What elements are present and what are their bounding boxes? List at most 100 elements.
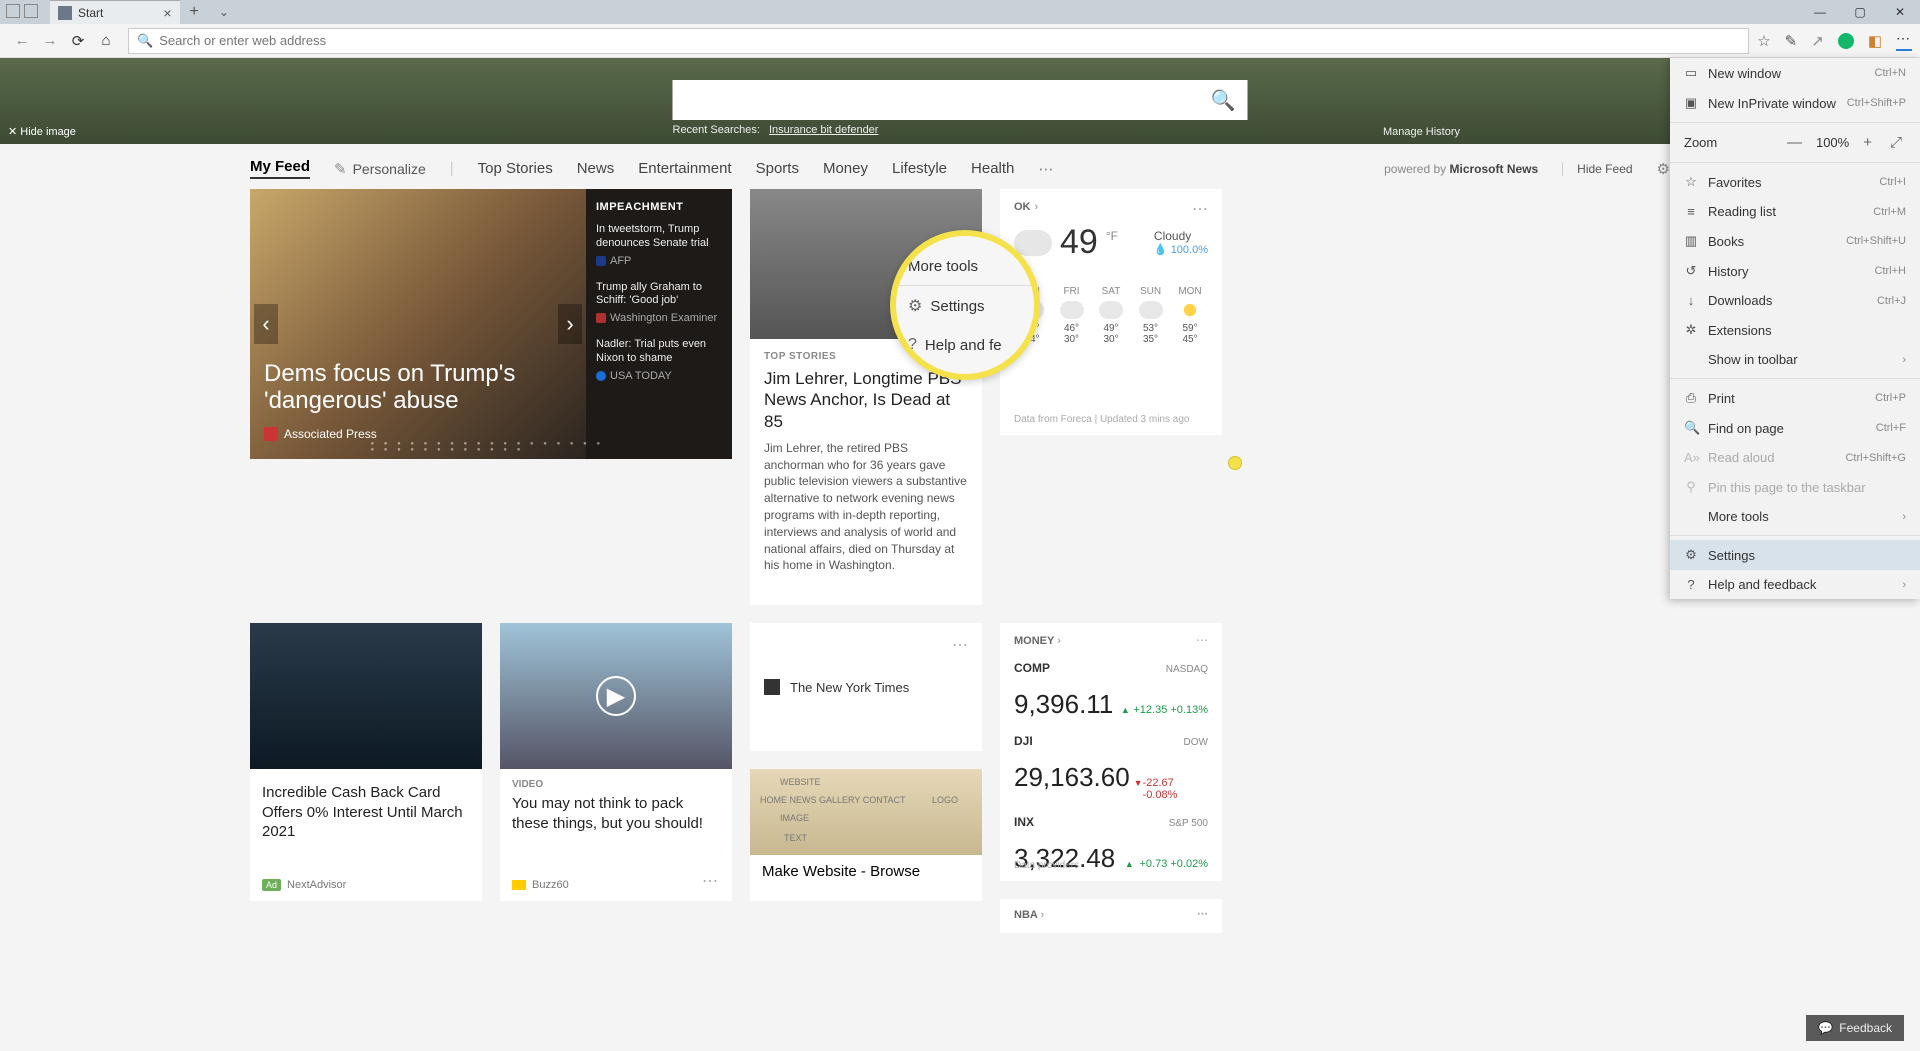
hide-feed-button[interactable]: Hide Feed	[1562, 162, 1632, 176]
headline-carousel[interactable]: ‹ › Dems focus on Trump's 'dangerous' ab…	[250, 189, 732, 459]
menu-print[interactable]: ⎙PrintCtrl+P	[1670, 383, 1920, 413]
nav-news[interactable]: News	[577, 160, 615, 177]
recent-searches: Recent Searches: Insurance bit defender	[673, 124, 1248, 136]
sidebar-story[interactable]: In tweetstorm, Trump denounces Senate tr…	[596, 223, 722, 267]
back-button[interactable]: ←	[8, 32, 36, 49]
menu-zoom: Zoom — 100% + ⤢	[1670, 127, 1920, 158]
window-icon: ▭	[1684, 65, 1698, 81]
weather-footer: Data from Foreca | Updated 3 mins ago	[1014, 414, 1189, 425]
download-icon: ↓	[1684, 293, 1698, 308]
menu-history[interactable]: ↺HistoryCtrl+H	[1670, 256, 1920, 286]
feed-settings-icon[interactable]: ⚙	[1657, 160, 1670, 178]
extension-icon[interactable]: ◧	[1868, 32, 1882, 50]
top-story-summary: Jim Lehrer, the retired PBS anchorman wh…	[764, 440, 968, 574]
money-card[interactable]: ⋯ MONEY › COMPNASDAQ 9,396.11+12.35 +0.1…	[1000, 623, 1222, 881]
extensions-icon: ✲	[1684, 322, 1698, 338]
card-more-icon[interactable]: ⋯	[1196, 633, 1210, 647]
play-icon[interactable]: ▶	[596, 676, 636, 716]
nav-entertainment[interactable]: Entertainment	[638, 160, 731, 177]
zoom-out-button[interactable]: —	[1783, 134, 1806, 151]
forward-button[interactable]: →	[36, 32, 64, 49]
fullscreen-button[interactable]: ⤢	[1886, 134, 1906, 151]
menu-reading-list[interactable]: ≡Reading listCtrl+M	[1670, 197, 1920, 226]
minimize-button[interactable]: —	[1800, 5, 1840, 19]
nav-top-stories[interactable]: Top Stories	[478, 160, 553, 177]
menu-find[interactable]: 🔍Find on pageCtrl+F	[1670, 413, 1920, 443]
nav-lifestyle[interactable]: Lifestyle	[892, 160, 947, 177]
feedback-button[interactable]: 💬 Feedback	[1806, 1015, 1904, 1041]
maximize-button[interactable]: ▢	[1840, 5, 1880, 19]
nav-personalize[interactable]: Personalize	[353, 161, 426, 177]
nav-more-icon[interactable]: ⋯	[1038, 160, 1053, 178]
nav-sports[interactable]: Sports	[756, 160, 799, 177]
books-icon: ▥	[1684, 233, 1698, 249]
hero-search-box[interactable]: 🔍	[673, 80, 1248, 120]
menu-settings[interactable]: ⚙Settings	[1670, 540, 1920, 570]
share-icon[interactable]: ↗	[1811, 32, 1824, 50]
headline-sidebar: IMPEACHMENT In tweetstorm, Trump denounc…	[586, 189, 732, 459]
hero-search-input[interactable]	[685, 92, 1211, 108]
nav-my-feed[interactable]: My Feed	[250, 158, 310, 179]
manage-history-link[interactable]: Manage History	[1383, 126, 1460, 138]
weather-temp: 49	[1060, 223, 1098, 262]
sidebar-category: IMPEACHMENT	[596, 201, 722, 213]
money-header: MONEY ›	[1014, 635, 1208, 647]
zoom-in-button[interactable]: +	[1859, 134, 1876, 151]
menu-pin-taskbar: ⚲Pin this page to the taskbar	[1670, 472, 1920, 502]
website-card[interactable]: WEBSITE HOME NEWS GALLERY CONTACT LOGO I…	[750, 769, 982, 901]
hide-image-button[interactable]: ✕ Hide image	[8, 125, 76, 138]
menu-new-window[interactable]: ▭New windowCtrl+N	[1670, 58, 1920, 88]
sys-icon	[24, 4, 38, 18]
card-more-icon[interactable]: ⋯	[1197, 907, 1210, 920]
weather-location[interactable]: OK›	[1014, 201, 1208, 213]
carousel-next-button[interactable]: ›	[558, 304, 582, 344]
new-tab-button[interactable]: +	[190, 3, 199, 21]
nyt-label: The New York Times	[790, 680, 909, 695]
address-bar[interactable]: 🔍	[128, 28, 1749, 54]
address-input[interactable]	[159, 33, 1740, 48]
sidebar-story[interactable]: Trump ally Graham to Schiff: 'Good job' …	[596, 281, 722, 325]
sidebar-story[interactable]: Nadler: Trial puts even Nixon to shame U…	[596, 338, 722, 382]
ad-card[interactable]: Incredible Cash Back Card Offers 0% Inte…	[250, 623, 482, 901]
card-more-icon[interactable]: ⋯	[1192, 199, 1210, 219]
home-button[interactable]: ⌂	[92, 32, 120, 49]
card-more-icon[interactable]: ⋯	[702, 871, 720, 891]
carousel-dots[interactable]: ● ● ● ● ● ● ● ● ● ● ● ● ● ● ● ● ● ● ● ● …	[371, 441, 612, 453]
titlebar: Start × + ⌄ — ▢ ✕	[0, 0, 1920, 24]
refresh-button[interactable]: ⟳	[64, 32, 92, 50]
card-more-icon[interactable]: ⋯	[952, 635, 970, 655]
callout-settings: ⚙Settings	[896, 286, 1034, 326]
close-window-button[interactable]: ✕	[1880, 5, 1920, 19]
menu-help[interactable]: ?Help and feedback›	[1670, 570, 1920, 599]
menu-favorites[interactable]: ☆FavoritesCtrl+I	[1670, 167, 1920, 197]
grammarly-extension-icon[interactable]	[1838, 33, 1854, 49]
website-title: Make Website - Browse	[750, 855, 982, 888]
weather-unit: °F	[1106, 229, 1118, 243]
menu-more-tools[interactable]: More tools›	[1670, 502, 1920, 531]
callout-bubble: More tools ⚙Settings ?Help and fe	[890, 230, 1040, 380]
nav-money[interactable]: Money	[823, 160, 868, 177]
more-menu-button[interactable]: ⋯	[1896, 30, 1912, 51]
menu-show-toolbar[interactable]: Show in toolbar›	[1670, 345, 1920, 374]
tab-dropdown[interactable]: ⌄	[219, 5, 229, 19]
menu-new-inprivate[interactable]: ▣New InPrivate windowCtrl+Shift+P	[1670, 88, 1920, 118]
menu-extensions[interactable]: ✲Extensions	[1670, 315, 1920, 345]
nyt-card[interactable]: The New York Times ⋯	[750, 623, 982, 751]
browser-tab[interactable]: Start ×	[50, 0, 180, 24]
nba-card[interactable]: NBA › ⋯	[1000, 899, 1222, 933]
video-card[interactable]: ▶ VIDEO You may not think to pack these …	[500, 623, 732, 901]
favorite-star-icon[interactable]: ☆	[1757, 32, 1770, 50]
menu-books[interactable]: ▥BooksCtrl+Shift+U	[1670, 226, 1920, 256]
hero-search-icon[interactable]: 🔍	[1211, 88, 1236, 113]
video-title: You may not think to pack these things, …	[512, 794, 720, 833]
carousel-prev-button[interactable]: ‹	[254, 304, 278, 344]
tab-close-button[interactable]: ×	[163, 5, 171, 21]
pen-icon[interactable]: ✎	[1785, 32, 1798, 50]
recent-search-link[interactable]: Insurance bit defender	[769, 124, 878, 136]
weather-condition: Cloudy 💧 100.0%	[1154, 229, 1208, 256]
website-image: WEBSITE HOME NEWS GALLERY CONTACT LOGO I…	[750, 769, 982, 855]
print-icon: ⎙	[1684, 390, 1698, 406]
powered-by-label: powered by Microsoft News	[1384, 162, 1538, 176]
menu-downloads[interactable]: ↓DownloadsCtrl+J	[1670, 286, 1920, 315]
nav-health[interactable]: Health	[971, 160, 1014, 177]
